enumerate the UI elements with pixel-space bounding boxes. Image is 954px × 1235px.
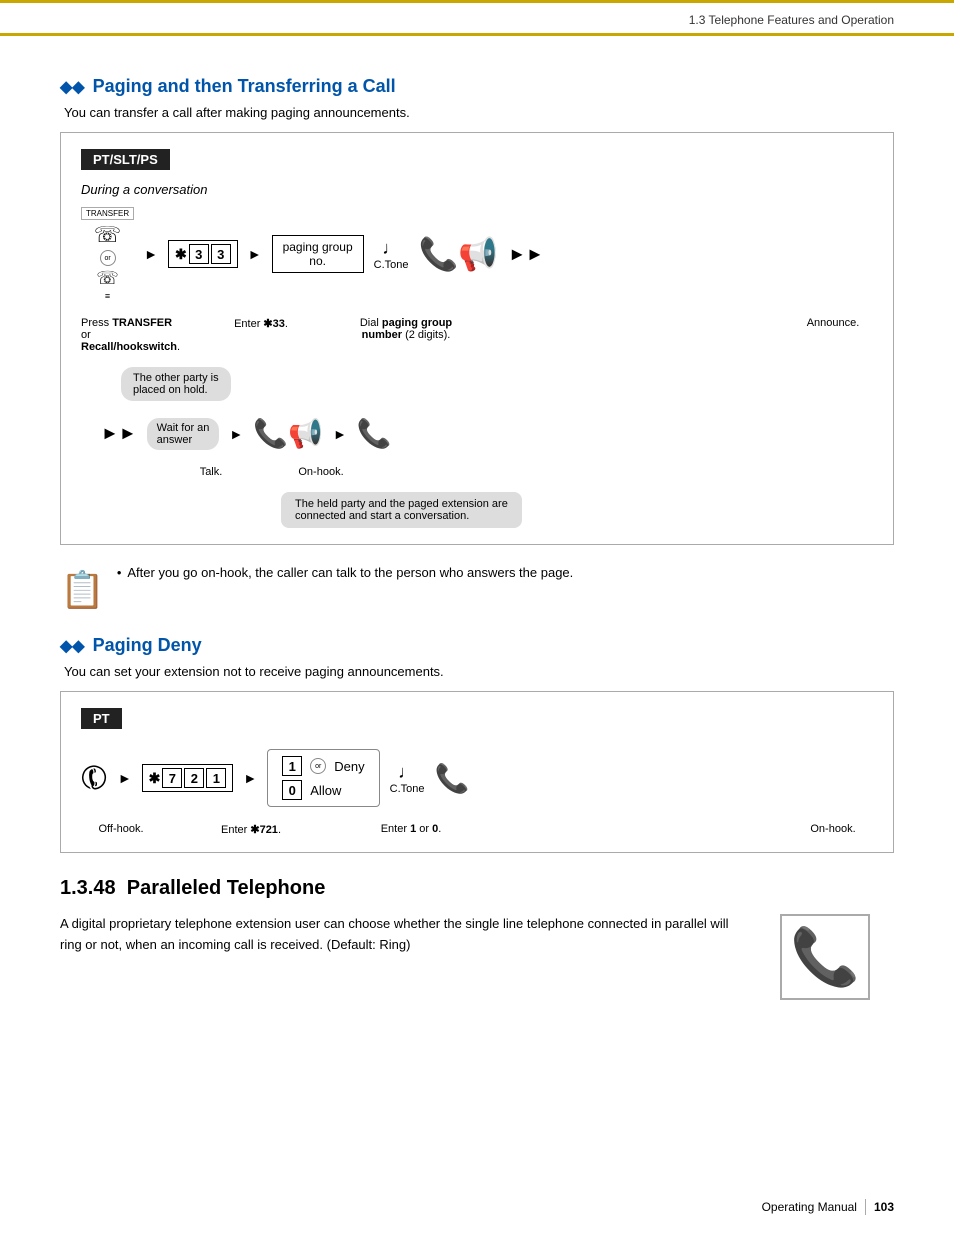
arrow-1: ►	[144, 246, 158, 262]
captions-row-1: Press TRANSFER or Recall/hookswitch. Ent…	[81, 317, 873, 353]
paging-deny-desc: You can set your extension not to receiv…	[64, 664, 894, 679]
page-footer: Operating Manual 103	[762, 1199, 894, 1215]
deny-row: 1 or Deny	[282, 756, 364, 776]
ctone-label-1: C.Tone	[374, 259, 409, 271]
or-circle: or	[100, 250, 116, 266]
diagram-pt-slt-ps-label: PT/SLT/PS	[81, 149, 170, 170]
diagram-pt-label: PT	[81, 708, 122, 729]
paging-deny-diagram: PT ✆ ► ✱ 7 2 1 ► 1 or	[60, 691, 894, 853]
footer-manual-label: Operating Manual	[762, 1200, 857, 1214]
info-bubble: The held party and the paged extension a…	[281, 492, 522, 528]
note-book-icon: 📋	[60, 569, 105, 611]
onhook-phone-icon: 📞	[357, 417, 392, 450]
key-3a: 3	[189, 244, 209, 264]
transfer-button-icon: TRANSFER ☏ or ☏ ≡	[81, 207, 134, 301]
ctone-note-symbol-2: ♩	[398, 762, 416, 783]
ctone-label-2: C.Tone	[390, 783, 425, 795]
paralleled-phone-icon: 📞	[780, 914, 870, 1000]
paralleled-section-title: 1.3.48 Paralleled Telephone	[60, 877, 894, 900]
onhook-caption-1: On-hook.	[281, 466, 361, 478]
key-2: 2	[184, 768, 204, 788]
deny-star-key: ✱	[149, 770, 161, 787]
diamond-icon-1: ◆◆	[60, 77, 85, 97]
section-heading: Paralleled Telephone	[127, 877, 326, 899]
flow-row-1: TRANSFER ☏ or ☏ ≡ ► ✱ 3 3 ► paging group…	[81, 207, 873, 301]
header-section-ref: 1.3 Telephone Features and Operation	[689, 13, 894, 27]
paging-deny-title: Paging Deny	[93, 635, 202, 656]
paralleled-desc: A digital proprietary telephone extensio…	[60, 914, 740, 956]
enter-star33-caption: Enter ✱33.	[211, 317, 311, 353]
paging-transfer-title: Paging and then Transferring a Call	[93, 76, 396, 97]
allow-num-box: 0	[282, 780, 302, 800]
key-7: 7	[162, 768, 182, 788]
announce-caption: Announce.	[793, 317, 873, 353]
hold-bubble: The other party isplaced on hold.	[121, 367, 231, 401]
enter-1or0-caption: Enter 1 or 0.	[351, 823, 471, 836]
key-sequence-star33: ✱ 3 3	[168, 240, 238, 268]
deny-captions: Off-hook. Enter ✱721. Enter 1 or 0. On-h…	[81, 823, 873, 836]
announce-icon: 📞📢	[419, 235, 499, 273]
talk-caption: Talk.	[171, 466, 251, 478]
enter-star721-caption: Enter ✱721.	[201, 823, 301, 836]
note-bullet: • After you go on-hook, the caller can t…	[117, 565, 573, 580]
dial-paging-caption: Dial paging group number (2 digits).	[341, 317, 471, 353]
ctone-area-1: ♩ C.Tone	[374, 238, 409, 271]
during-conversation-label: During a conversation	[81, 182, 873, 197]
arrow-3: ►	[229, 426, 243, 442]
section-title-paging-deny: ◆◆ Paging Deny	[60, 635, 894, 656]
key-1-deny: 1	[206, 768, 226, 788]
paging-group-box: paging groupno.	[272, 235, 364, 273]
transfer-key-label: TRANSFER	[81, 207, 134, 220]
captions-row-2: Talk. On-hook.	[171, 466, 873, 478]
deny-or-circle: or	[310, 758, 326, 774]
onhook-caption-deny: On-hook.	[793, 823, 873, 836]
deny-onhook-icon: 📞	[434, 762, 469, 795]
arrow-4: ►	[333, 426, 347, 442]
offhook-caption: Off-hook.	[81, 823, 161, 836]
allow-label: Allow	[310, 783, 341, 798]
press-transfer-caption: Press TRANSFER or Recall/hookswitch.	[81, 317, 181, 353]
footer-divider	[865, 1199, 866, 1215]
deny-arrow-1: ►	[118, 770, 132, 786]
double-arrow-1: ►►	[508, 244, 544, 265]
paging-transfer-desc: You can transfer a call after making pag…	[64, 105, 894, 120]
deny-label: Deny	[334, 759, 364, 774]
section-48-content-row: A digital proprietary telephone extensio…	[60, 914, 894, 1000]
deny-flow-row: ✆ ► ✱ 7 2 1 ► 1 or Deny	[81, 749, 873, 807]
deny-arrow-2: ►	[243, 770, 257, 786]
ctone-note-symbol: ♩	[382, 238, 400, 259]
star-key: ✱	[175, 246, 187, 263]
announce-area: 📞📢	[419, 235, 499, 273]
talk-phone-icon: 📞📢	[253, 417, 323, 450]
section-paging-transfer: ◆◆ Paging and then Transferring a Call Y…	[60, 76, 894, 611]
page-header: 1.3 Telephone Features and Operation	[0, 3, 954, 36]
note-text: After you go on-hook, the caller can tal…	[127, 565, 573, 580]
flow-row-2: ►► Wait for ananswer ► 📞📢 ► 📞	[101, 417, 873, 450]
paging-group-label: paging groupno.	[283, 240, 353, 268]
diamond-icon-2: ◆◆	[60, 636, 85, 656]
arrow-2: ►	[248, 246, 262, 262]
offhook-phone-icon: ✆	[73, 755, 115, 801]
deny-num-box: 1	[282, 756, 302, 776]
deny-allow-box: 1 or Deny 0 Allow	[267, 749, 379, 807]
double-arrow-2: ►►	[101, 423, 137, 444]
footer-page-number: 103	[874, 1200, 894, 1214]
section-title-paging-transfer: ◆◆ Paging and then Transferring a Call	[60, 76, 894, 97]
paging-transfer-diagram: PT/SLT/PS During a conversation TRANSFER…	[60, 132, 894, 545]
note-area: 📋 • After you go on-hook, the caller can…	[60, 565, 894, 611]
key-sequence-star721: ✱ 7 2 1	[142, 764, 234, 792]
allow-row: 0 Allow	[282, 780, 364, 800]
section-paralleled-telephone: 1.3.48 Paralleled Telephone A digital pr…	[60, 877, 894, 1000]
ctone-area-2: ♩ C.Tone	[390, 762, 425, 795]
wait-bubble: Wait for ananswer	[147, 418, 220, 450]
key-3b: 3	[211, 244, 231, 264]
section-number: 1.3.48	[60, 877, 116, 899]
section-paging-deny: ◆◆ Paging Deny You can set your extensio…	[60, 635, 894, 853]
